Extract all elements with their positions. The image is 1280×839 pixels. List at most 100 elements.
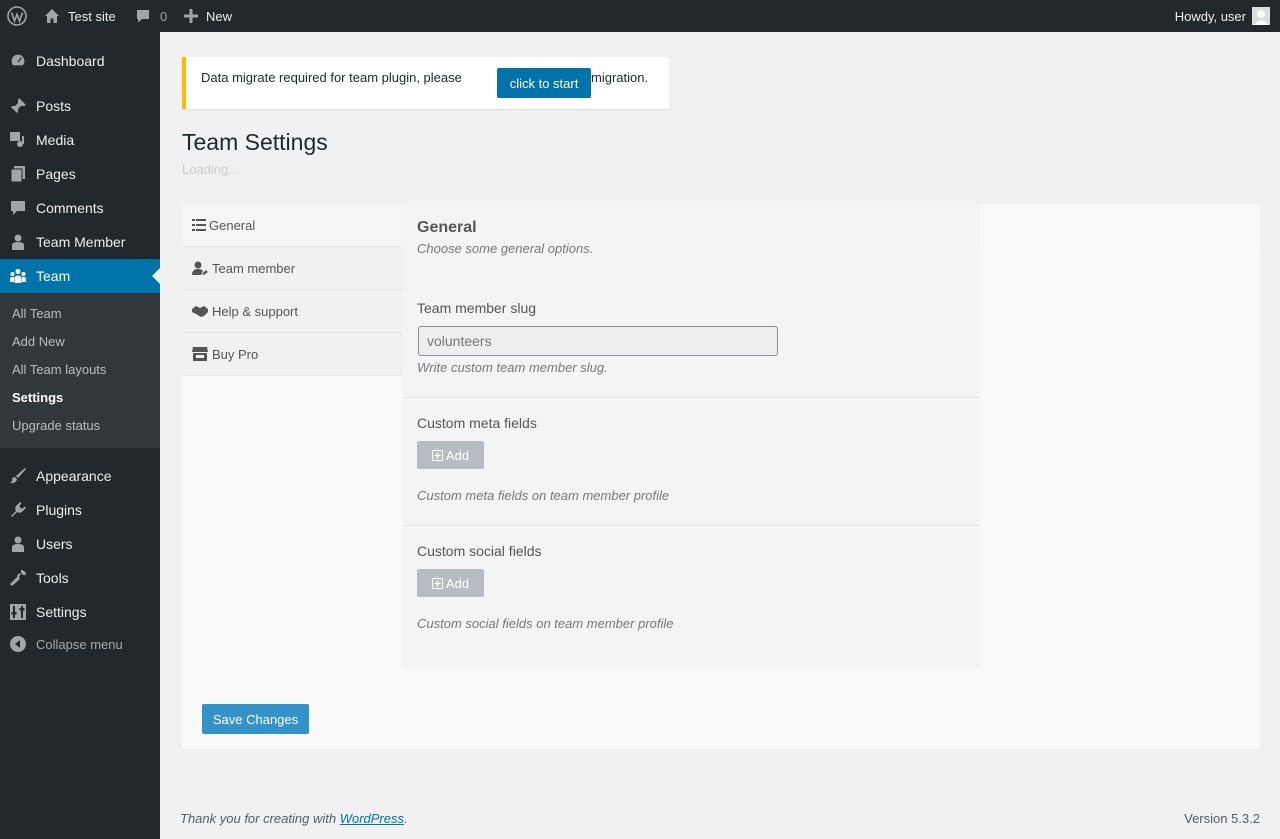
comments-count: 0 (160, 8, 168, 24)
user-icon (12, 234, 24, 250)
section-title: General (417, 219, 477, 236)
settings-icon (10, 604, 26, 620)
tab-team-member[interactable]: Team member (182, 247, 402, 290)
team-submenu: All Team Add New All Team layouts Settin… (0, 293, 160, 448)
meta-fields-description: Custom meta fields on team member profil… (417, 488, 670, 503)
slug-label: Team member slug (417, 300, 537, 316)
site-name-link[interactable]: Test site (44, 0, 116, 32)
site-name-label: Test site (68, 8, 116, 24)
migration-notice: Data migrate required for team plugin, p… (182, 57, 669, 109)
row-divider (402, 397, 980, 398)
submenu-upgrade-status[interactable]: Upgrade status (12, 418, 100, 433)
sidebar-item-team[interactable]: Team (0, 259, 160, 293)
admin-bar: Test site 0 New Howdy, user (0, 0, 1280, 32)
general-settings-section: General Choose some general options. Tea… (402, 204, 980, 669)
sidebar-item-label: Posts (36, 98, 72, 114)
sidebar-item-appearance[interactable]: Appearance (0, 459, 160, 493)
footer-thanks-text: Thank you for creating with (180, 811, 340, 826)
home-icon (45, 9, 59, 23)
sidebar-item-label: Comments (36, 200, 104, 216)
howdy-label: Howdy, user (1174, 8, 1246, 24)
new-content-link[interactable]: New (184, 0, 232, 32)
pages-icon (10, 166, 25, 183)
slug-description: Write custom team member slug. (417, 360, 608, 375)
sidebar-item-dashboard[interactable]: Dashboard (0, 44, 160, 78)
tab-label: Help & support (212, 303, 298, 319)
plugin-icon (11, 502, 26, 517)
plus-icon (184, 9, 198, 23)
footer-thanks: Thank you for creating with WordPress. (180, 811, 408, 826)
row-divider (402, 525, 980, 526)
sidebar-item-label: Settings (36, 604, 87, 620)
sidebar-item-label: Team Member (36, 234, 126, 250)
tab-label: General (209, 217, 256, 233)
wordpress-logo-icon[interactable] (7, 0, 27, 32)
store-icon (192, 347, 208, 361)
sidebar-item-label: Tools (36, 570, 69, 586)
avatar (1252, 7, 1270, 25)
collapse-arrow-icon (10, 636, 26, 652)
sidebar-item-label: Pages (36, 166, 76, 182)
submenu-all-team[interactable]: All Team (12, 306, 62, 321)
plus-square-icon (431, 449, 443, 461)
comment-icon (137, 10, 149, 23)
dashboard-icon (10, 53, 26, 67)
comments-link[interactable]: 0 (135, 0, 167, 32)
handshake-icon (192, 306, 208, 317)
social-fields-label: Custom social fields (417, 543, 542, 559)
slug-input[interactable] (418, 326, 778, 356)
users-icon (12, 536, 24, 552)
page-title: Team Settings (182, 129, 328, 155)
tab-buy-pro[interactable]: Buy Pro (182, 333, 402, 376)
loading-text: Loading... (182, 162, 240, 177)
sidebar-item-settings[interactable]: Settings (0, 595, 160, 629)
wrench-icon (10, 570, 26, 586)
notice-text-after: migration. (591, 70, 649, 85)
comment-icon (11, 201, 25, 215)
wordpress-link[interactable]: WordPress (340, 811, 404, 826)
add-meta-field-button[interactable]: Add (417, 441, 484, 469)
add-label: Add (445, 447, 470, 463)
panel-right-area (980, 204, 1260, 254)
sidebar-item-pages[interactable]: Pages (0, 157, 160, 191)
groups-icon (10, 269, 26, 283)
tab-general[interactable]: General (182, 204, 402, 247)
list-icon (192, 219, 206, 231)
sidebar-item-label: Appearance (36, 468, 112, 484)
sidebar-item-media[interactable]: Media (0, 123, 160, 157)
sidebar-item-label: Media (36, 132, 75, 148)
notice-text: Data migrate required for team plugin, p… (201, 70, 462, 85)
submenu-add-new[interactable]: Add New (12, 334, 65, 349)
media-icon (10, 132, 24, 147)
my-account-link[interactable]: Howdy, user (1175, 0, 1270, 32)
submenu-all-team-layouts[interactable]: All Team layouts (12, 362, 106, 377)
tab-help-support[interactable]: Help & support (182, 290, 402, 333)
collapse-menu-button[interactable]: Collapse menu (0, 627, 160, 661)
admin-sidebar: Dashboard Posts Media Pages Comments Tea… (0, 32, 160, 839)
sidebar-item-posts[interactable]: Posts (0, 89, 160, 123)
submenu-settings[interactable]: Settings (12, 390, 63, 405)
plus-square-icon (431, 577, 443, 589)
start-migration-button[interactable]: click to start (497, 68, 591, 98)
user-edit-icon (192, 261, 208, 275)
add-social-field-button[interactable]: Add (417, 569, 484, 597)
sidebar-item-users[interactable]: Users (0, 527, 160, 561)
pushpin-icon (10, 98, 26, 114)
sidebar-item-tools[interactable]: Tools (0, 561, 160, 595)
add-label: Add (445, 575, 470, 591)
sidebar-item-plugins[interactable]: Plugins (0, 493, 160, 527)
sidebar-item-label: Plugins (36, 502, 82, 518)
meta-fields-label: Custom meta fields (417, 415, 537, 431)
collapse-menu-label: Collapse menu (36, 636, 123, 652)
sidebar-item-label: Dashboard (36, 53, 105, 69)
sidebar-item-team-member[interactable]: Team Member (0, 225, 160, 259)
save-changes-button[interactable]: Save Changes (202, 704, 309, 734)
social-fields-description: Custom social fields on team member prof… (417, 616, 674, 631)
new-label: New (206, 8, 233, 24)
section-description: Choose some general options. (417, 241, 594, 256)
tab-label: Team member (212, 260, 296, 276)
settings-panel: General Team member Help & support Buy P… (182, 204, 1260, 749)
sidebar-item-label: Users (36, 536, 73, 552)
sidebar-item-label: Team (36, 268, 71, 284)
sidebar-item-comments[interactable]: Comments (0, 191, 160, 225)
